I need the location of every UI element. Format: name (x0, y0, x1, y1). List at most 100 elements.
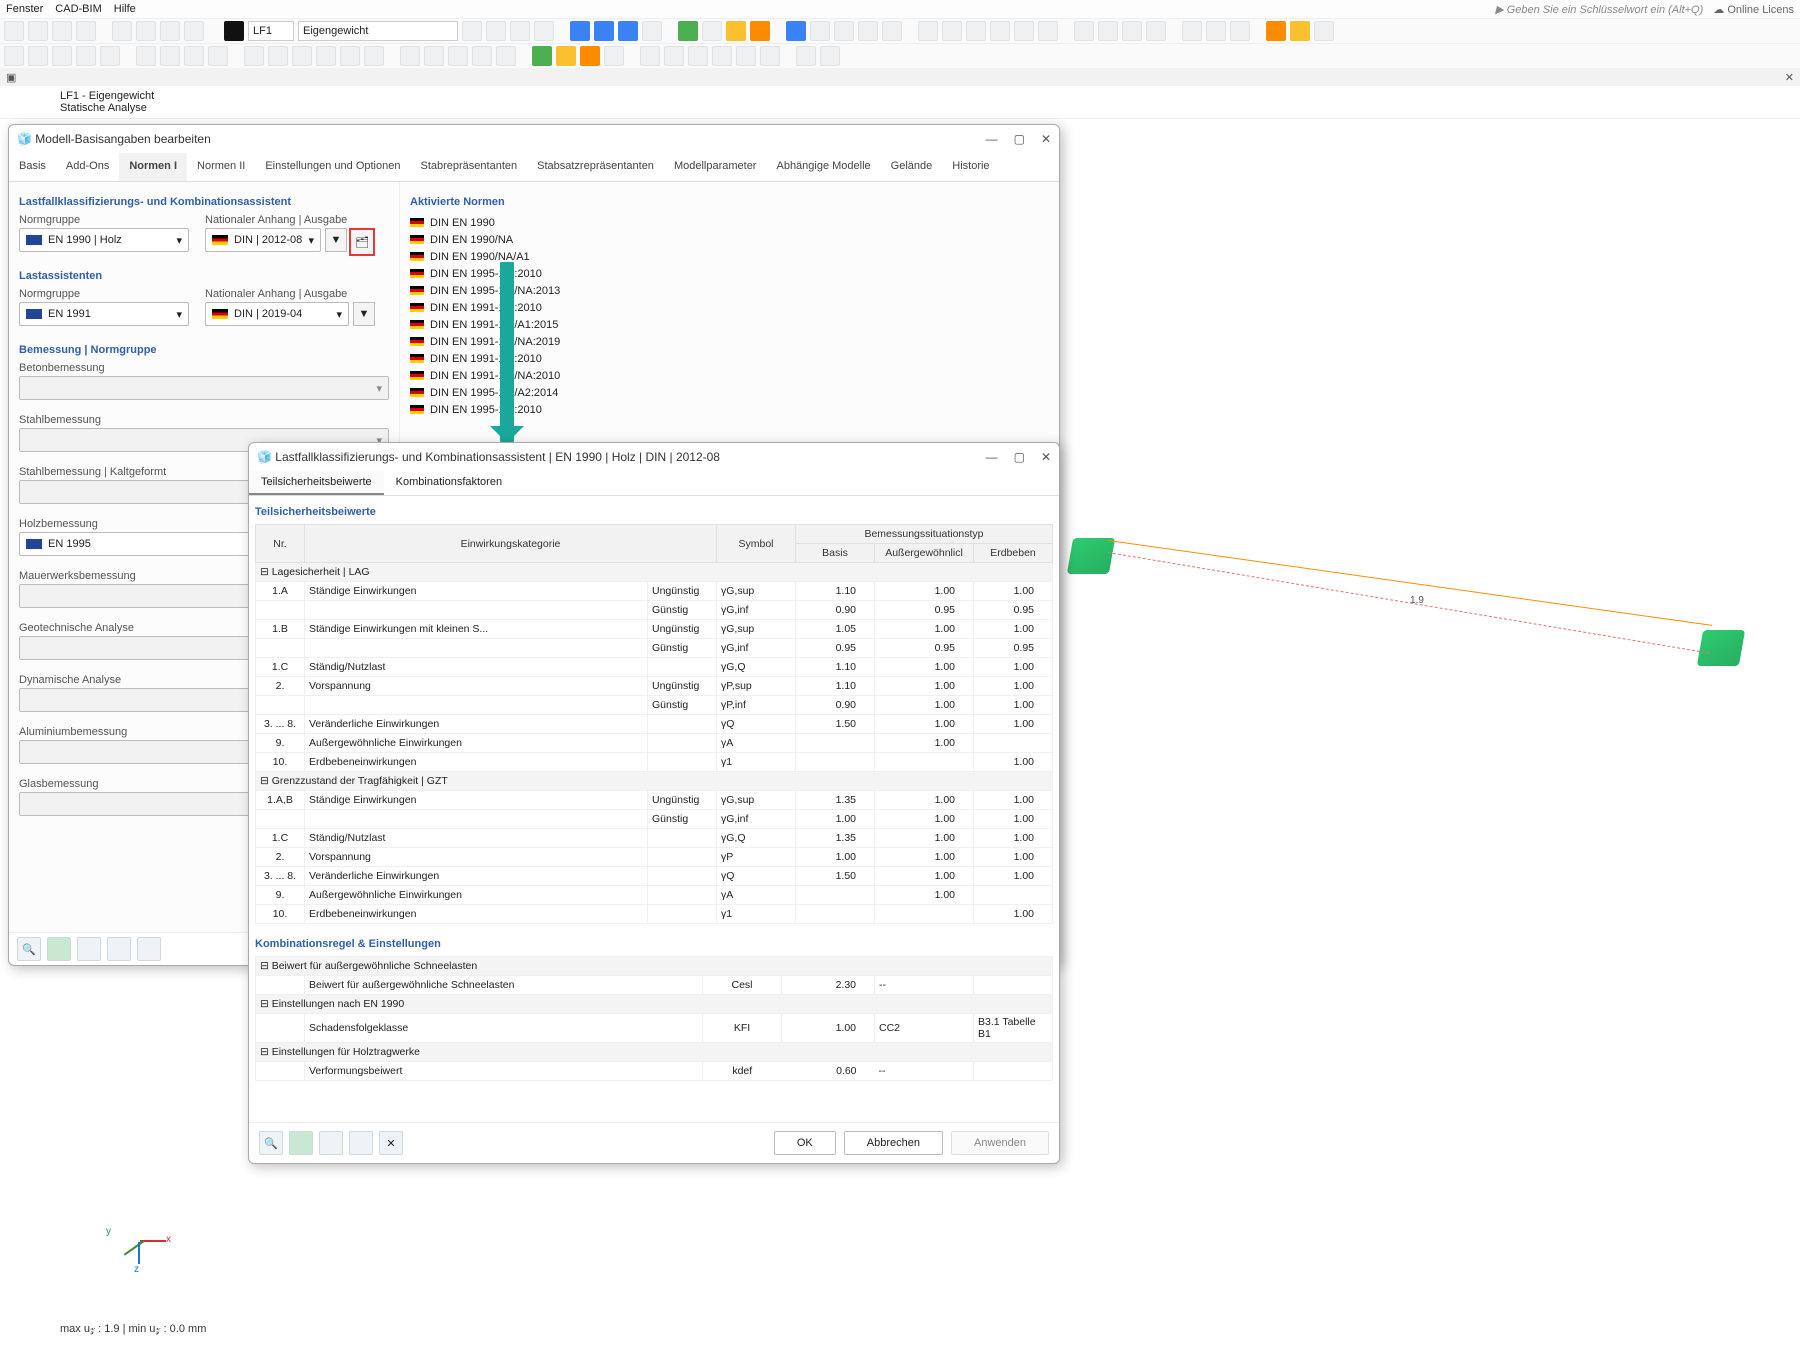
footer-icon[interactable] (107, 937, 131, 961)
toolbar-icon[interactable] (486, 21, 506, 41)
select-normgruppe-2[interactable]: EN 1991▾ (19, 302, 189, 326)
toolbar-icon[interactable] (990, 21, 1010, 41)
footer-icon[interactable] (349, 1131, 373, 1155)
toolbar-icon[interactable] (1266, 21, 1286, 41)
select-normgruppe-1[interactable]: EN 1990 | Holz▾ (19, 228, 189, 252)
maximize-icon[interactable]: ▢ (1014, 450, 1025, 464)
dialog1-tab[interactable]: Normen I (119, 153, 187, 181)
toolbar-icon[interactable] (462, 21, 482, 41)
toolbar-icon[interactable] (472, 46, 492, 66)
doc-tab-close-icon[interactable]: ✕ (1785, 71, 1794, 84)
filter-button[interactable]: ▼ (353, 302, 375, 326)
toolbar-icon[interactable] (100, 46, 120, 66)
cancel-button[interactable]: Abbrechen (844, 1131, 943, 1155)
toolbar-icon[interactable] (112, 21, 132, 41)
menu-fenster[interactable]: Fenster (6, 3, 43, 15)
toolbar-icon[interactable] (604, 46, 624, 66)
toolbar-icon[interactable] (594, 21, 614, 41)
toolbar-icon[interactable] (736, 46, 756, 66)
toolbar-icon[interactable] (834, 21, 854, 41)
toolbar-icon[interactable] (184, 46, 204, 66)
toolbar-icon[interactable] (858, 21, 878, 41)
toolbar-icon[interactable] (1206, 21, 1226, 41)
toolbar-icon[interactable] (532, 46, 552, 66)
select-annex-1[interactable]: DIN | 2012-08▾ (205, 228, 321, 252)
toolbar-icon[interactable] (702, 21, 722, 41)
toolbar-icon[interactable] (1146, 21, 1166, 41)
tab-kombinationsfaktoren[interactable]: Kombinationsfaktoren (384, 471, 514, 495)
toolbar-icon[interactable] (1290, 21, 1310, 41)
toolbar-icon[interactable] (1182, 21, 1202, 41)
toolbar-icon[interactable] (882, 21, 902, 41)
dialog1-tab[interactable]: Stabsatzrepräsentanten (527, 153, 664, 181)
toolbar-icon[interactable] (136, 46, 156, 66)
toolbar-icon[interactable] (820, 46, 840, 66)
toolbar-icon[interactable] (1230, 21, 1250, 41)
footer-icon[interactable] (319, 1131, 343, 1155)
toolbar-icon[interactable] (942, 21, 962, 41)
dialog1-tab[interactable]: Historie (942, 153, 999, 181)
toolbar-icon[interactable] (4, 21, 24, 41)
menu-cadbim[interactable]: CAD-BIM (55, 3, 101, 15)
footer-icon[interactable]: 🔍 (259, 1131, 283, 1155)
keyword-search-hint[interactable]: ▶ Geben Sie ein Schlüsselwort ein (Alt+Q… (1495, 3, 1703, 16)
toolbar-icon[interactable] (208, 46, 228, 66)
toolbar-icon[interactable] (712, 46, 732, 66)
dialog1-tab[interactable]: Modellparameter (664, 153, 767, 181)
toolbar-icon[interactable] (760, 46, 780, 66)
footer-icon[interactable]: ✕ (379, 1131, 403, 1155)
toolbar-icon[interactable] (1098, 21, 1118, 41)
toolbar-icon[interactable] (52, 46, 72, 66)
toolbar-icon[interactable] (642, 21, 662, 41)
close-icon[interactable]: ✕ (1041, 450, 1051, 464)
close-icon[interactable]: ✕ (1041, 132, 1051, 146)
toolbar-icon[interactable] (664, 46, 684, 66)
filter-button[interactable]: ▼ (325, 228, 347, 252)
tab-teilsicherheitsbeiwerte[interactable]: Teilsicherheitsbeiwerte (249, 471, 384, 495)
toolbar-icon[interactable] (750, 21, 770, 41)
toolbar-icon[interactable] (160, 46, 180, 66)
toolbar-icon[interactable] (918, 21, 938, 41)
toolbar-icon[interactable] (1038, 21, 1058, 41)
ok-button[interactable]: OK (774, 1131, 836, 1155)
toolbar-icon[interactable] (796, 46, 816, 66)
dialog1-tab[interactable]: Basis (9, 153, 56, 181)
lf-name[interactable]: Eigengewicht (298, 21, 458, 41)
toolbar-icon[interactable] (556, 46, 576, 66)
toolbar-icon[interactable] (448, 46, 468, 66)
toolbar-icon[interactable] (510, 21, 530, 41)
toolbar-icon[interactable] (424, 46, 444, 66)
select-bemessung[interactable]: ▾ (19, 376, 389, 400)
dialog1-tab[interactable]: Stabrepräsentanten (410, 153, 527, 181)
doc-tab[interactable]: ▣ (6, 71, 16, 84)
toolbar-icon[interactable] (496, 46, 516, 66)
footer-icon[interactable] (47, 937, 71, 961)
toolbar-icon[interactable] (224, 21, 244, 41)
footer-icon[interactable] (137, 937, 161, 961)
toolbar-icon[interactable] (184, 21, 204, 41)
toolbar-icon[interactable] (400, 46, 420, 66)
footer-icon[interactable]: 🔍 (17, 937, 41, 961)
maximize-icon[interactable]: ▢ (1014, 132, 1025, 146)
dialog1-titlebar[interactable]: 🧊 Modell-Basisangaben bearbeiten —▢✕ (9, 125, 1059, 153)
toolbar-icon[interactable] (4, 46, 24, 66)
footer-icon[interactable] (289, 1131, 313, 1155)
toolbar-icon[interactable] (268, 46, 288, 66)
minimize-icon[interactable]: — (986, 450, 998, 464)
minimize-icon[interactable]: — (986, 132, 998, 146)
dialog1-tab[interactable]: Abhängige Modelle (766, 153, 880, 181)
toolbar-icon[interactable] (1122, 21, 1142, 41)
toolbar-icon[interactable] (726, 21, 746, 41)
toolbar-icon[interactable] (1314, 21, 1334, 41)
footer-icon[interactable] (77, 937, 101, 961)
menu-hilfe[interactable]: Hilfe (114, 3, 136, 15)
dialog1-tab[interactable]: Add-Ons (56, 153, 119, 181)
toolbar-icon[interactable] (570, 21, 590, 41)
toolbar-icon[interactable] (640, 46, 660, 66)
toolbar-icon[interactable] (786, 21, 806, 41)
toolbar-icon[interactable] (688, 46, 708, 66)
dialog1-tab[interactable]: Gelände (881, 153, 943, 181)
toolbar-icon[interactable] (534, 21, 554, 41)
toolbar-icon[interactable] (810, 21, 830, 41)
toolbar-icon[interactable] (618, 21, 638, 41)
